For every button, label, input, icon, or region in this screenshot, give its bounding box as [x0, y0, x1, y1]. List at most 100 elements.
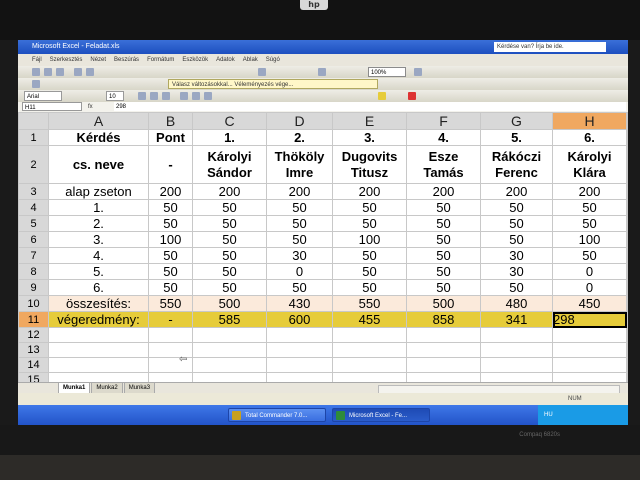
- row-header[interactable]: 11: [18, 311, 49, 328]
- cell-c2[interactable]: Károlyi Sándor: [192, 145, 267, 184]
- cell-a14[interactable]: [48, 357, 149, 373]
- cell-h2[interactable]: Károlyi Klára: [552, 145, 627, 184]
- cell-e4[interactable]: 50: [332, 199, 407, 216]
- row-header[interactable]: 9: [18, 279, 49, 296]
- cell-g12[interactable]: [480, 327, 553, 343]
- review-bar[interactable]: Válasz változásokkal... Véleményezés vég…: [168, 79, 378, 89]
- cell-h11[interactable]: 298: [552, 311, 627, 328]
- cell-d14[interactable]: [266, 357, 333, 373]
- cell-e5[interactable]: 50: [332, 215, 407, 232]
- cell-g10[interactable]: 480: [480, 295, 553, 312]
- row-header[interactable]: 2: [18, 145, 49, 184]
- column-header[interactable]: E: [332, 112, 407, 130]
- save-icon[interactable]: [56, 68, 64, 76]
- cell-c13[interactable]: [192, 342, 267, 358]
- row-header[interactable]: 8: [18, 263, 49, 280]
- sum-icon[interactable]: [258, 68, 266, 76]
- select-all-corner[interactable]: [18, 112, 49, 130]
- zoom-select[interactable]: 100%: [368, 67, 406, 77]
- align-right-icon[interactable]: [204, 92, 212, 100]
- font-name-select[interactable]: Arial: [24, 91, 62, 101]
- menu-item[interactable]: Nézet: [90, 57, 106, 63]
- cell-g11[interactable]: 341: [480, 311, 553, 328]
- cell-d5[interactable]: 50: [266, 215, 333, 232]
- bold-icon[interactable]: [138, 92, 146, 100]
- column-header[interactable]: A: [48, 112, 149, 130]
- fill-color-icon[interactable]: [378, 92, 386, 100]
- language-indicator[interactable]: HU: [544, 412, 553, 418]
- column-header[interactable]: B: [148, 112, 193, 130]
- cell-a8[interactable]: 5.: [48, 263, 149, 280]
- cell-b11[interactable]: -: [148, 311, 193, 328]
- cell-b10[interactable]: 550: [148, 295, 193, 312]
- cell-a4[interactable]: 1.: [48, 199, 149, 216]
- cell-a7[interactable]: 4.: [48, 247, 149, 264]
- cell-e2[interactable]: Dugovits Titusz: [332, 145, 407, 184]
- cell-b12[interactable]: [148, 327, 193, 343]
- cell-g2[interactable]: Rákóczi Ferenc: [480, 145, 553, 184]
- cell-g14[interactable]: [480, 357, 553, 373]
- cell-d13[interactable]: [266, 342, 333, 358]
- open-icon[interactable]: [44, 68, 52, 76]
- cell-d10[interactable]: 430: [266, 295, 333, 312]
- column-header[interactable]: C: [192, 112, 267, 130]
- menu-item[interactable]: Formátum: [147, 57, 174, 63]
- preview-icon[interactable]: [86, 68, 94, 76]
- cell-h4[interactable]: 50: [552, 199, 627, 216]
- cell-a10[interactable]: összesítés:: [48, 295, 149, 312]
- cell-d3[interactable]: 200: [266, 183, 333, 200]
- align-left-icon[interactable]: [180, 92, 188, 100]
- review-icon[interactable]: [32, 80, 40, 88]
- cell-b2[interactable]: -: [148, 145, 193, 184]
- cell-g3[interactable]: 200: [480, 183, 553, 200]
- column-header[interactable]: G: [480, 112, 553, 130]
- cell-h3[interactable]: 200: [552, 183, 627, 200]
- cell-c6[interactable]: 50: [192, 231, 267, 248]
- cell-g5[interactable]: 50: [480, 215, 553, 232]
- row-header[interactable]: 13: [18, 342, 49, 358]
- row-header[interactable]: 1: [18, 129, 49, 146]
- cell-b9[interactable]: 50: [148, 279, 193, 296]
- cell-c7[interactable]: 50: [192, 247, 267, 264]
- cell-f1[interactable]: 4.: [406, 129, 481, 146]
- cell-b7[interactable]: 50: [148, 247, 193, 264]
- cell-e10[interactable]: 550: [332, 295, 407, 312]
- cell-f12[interactable]: [406, 327, 481, 343]
- cell-c9[interactable]: 50: [192, 279, 267, 296]
- cell-b1[interactable]: Pont: [148, 129, 193, 146]
- cell-e12[interactable]: [332, 327, 407, 343]
- cell-a13[interactable]: [48, 342, 149, 358]
- row-header[interactable]: 3: [18, 183, 49, 200]
- cell-e3[interactable]: 200: [332, 183, 407, 200]
- cell-a12[interactable]: [48, 327, 149, 343]
- formula-input[interactable]: 298: [114, 102, 626, 111]
- cell-f3[interactable]: 200: [406, 183, 481, 200]
- cell-e1[interactable]: 3.: [332, 129, 407, 146]
- font-color-icon[interactable]: [408, 92, 416, 100]
- cell-c4[interactable]: 50: [192, 199, 267, 216]
- menu-item[interactable]: Ablak: [243, 57, 258, 63]
- cell-f8[interactable]: 50: [406, 263, 481, 280]
- cell-c3[interactable]: 200: [192, 183, 267, 200]
- cell-h12[interactable]: [552, 327, 627, 343]
- cell-f13[interactable]: [406, 342, 481, 358]
- cell-f10[interactable]: 500: [406, 295, 481, 312]
- cell-g13[interactable]: [480, 342, 553, 358]
- cell-a6[interactable]: 3.: [48, 231, 149, 248]
- cell-e6[interactable]: 100: [332, 231, 407, 248]
- row-header[interactable]: 14: [18, 357, 49, 373]
- cell-h14[interactable]: [552, 357, 627, 373]
- cell-a5[interactable]: 2.: [48, 215, 149, 232]
- cell-a3[interactable]: alap zseton: [48, 183, 149, 200]
- cell-h9[interactable]: 0: [552, 279, 627, 296]
- cell-a1[interactable]: Kérdés: [48, 129, 149, 146]
- italic-icon[interactable]: [150, 92, 158, 100]
- cell-f7[interactable]: 50: [406, 247, 481, 264]
- name-box[interactable]: H11: [22, 102, 82, 111]
- cell-h7[interactable]: 50: [552, 247, 627, 264]
- cell-d8[interactable]: 0: [266, 263, 333, 280]
- cell-e14[interactable]: [332, 357, 407, 373]
- cell-f11[interactable]: 858: [406, 311, 481, 328]
- cell-h5[interactable]: 50: [552, 215, 627, 232]
- cell-h8[interactable]: 0: [552, 263, 627, 280]
